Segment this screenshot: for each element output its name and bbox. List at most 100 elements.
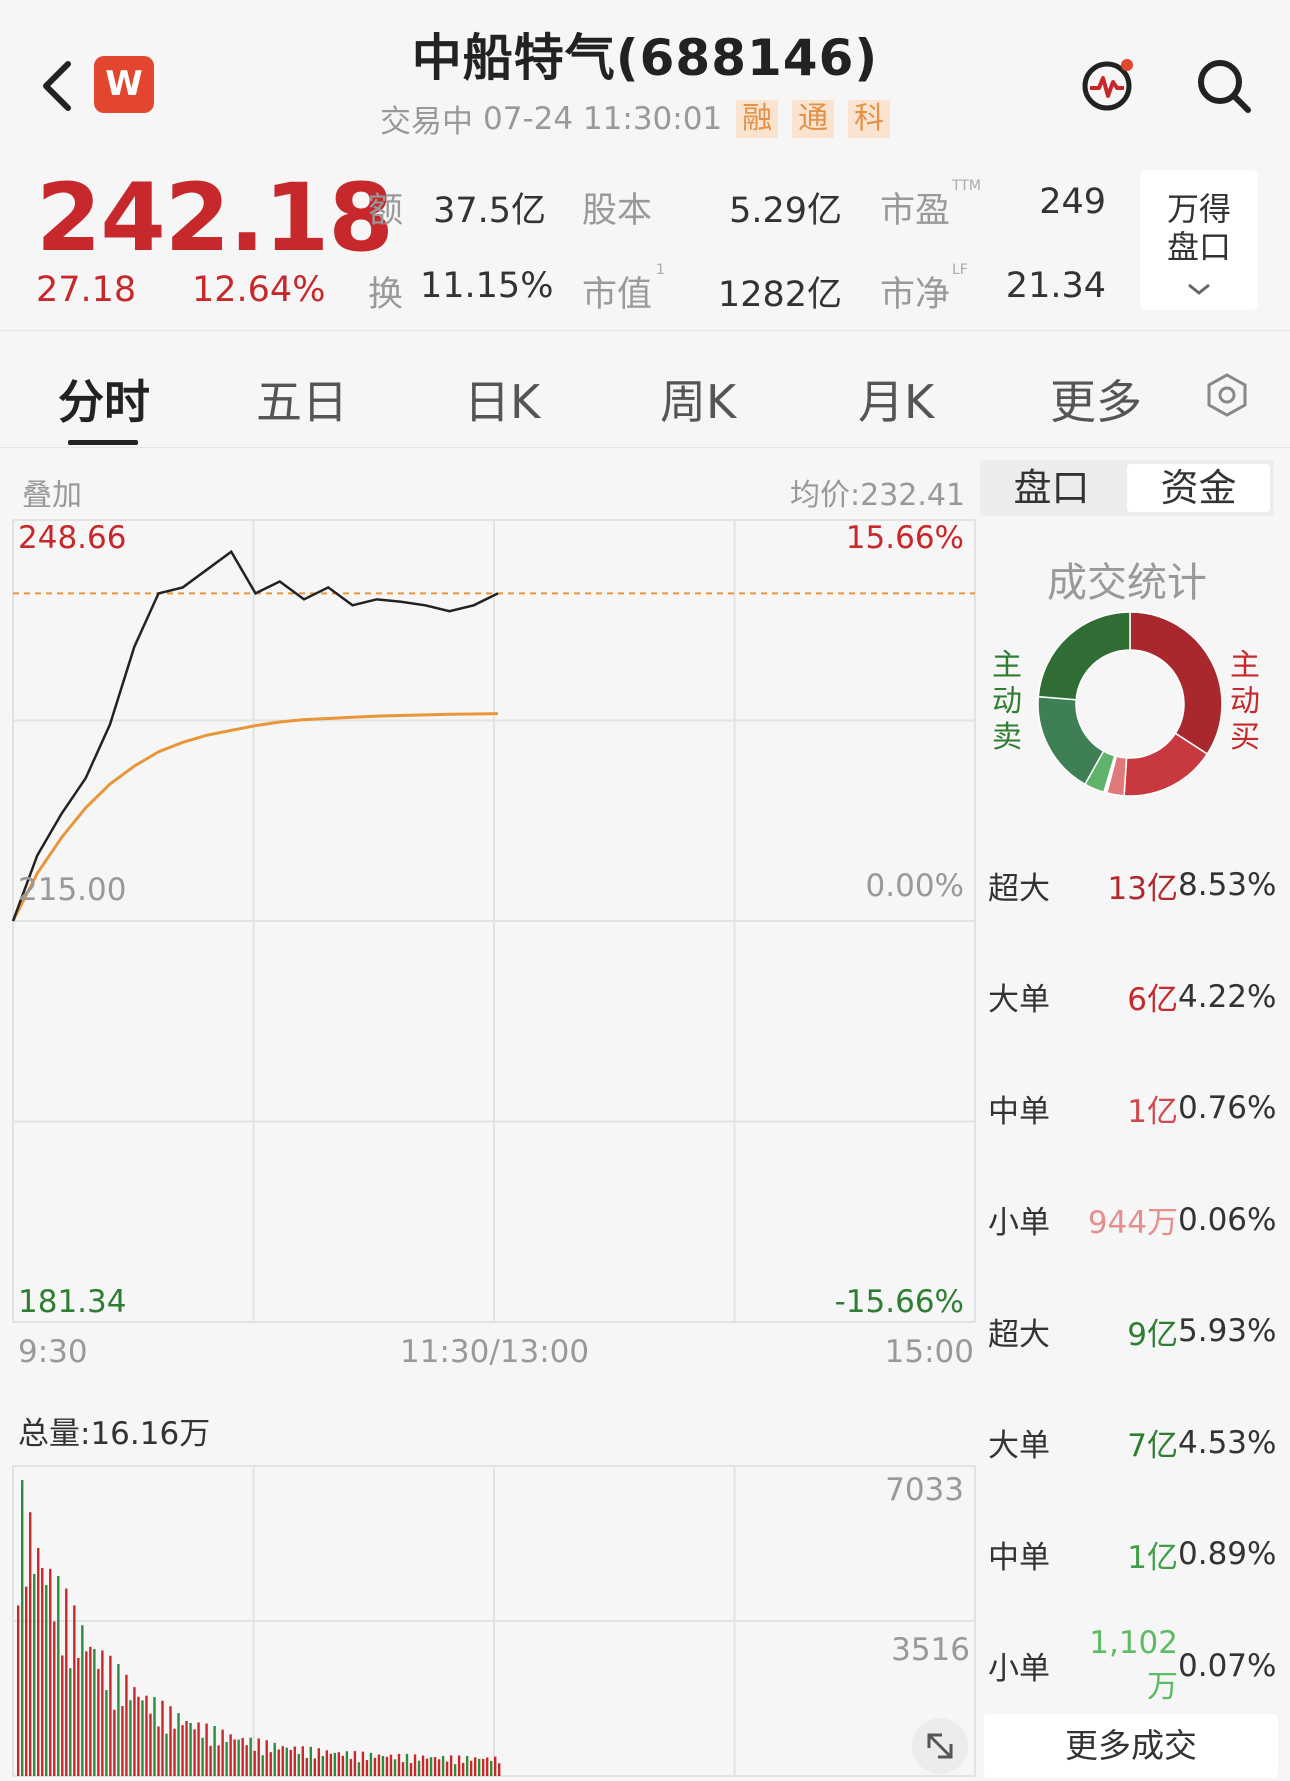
flow-row-label: 中单 [988,1093,1050,1130]
wind-btn-line1: 万得 [1166,190,1231,228]
y-axis-bottom: 181.34 [18,1284,127,1320]
settings-icon[interactable] [1204,372,1250,418]
volume-bar [453,1764,457,1776]
volume-bar [125,1674,128,1776]
volume-bar [421,1755,425,1776]
more-trades-button[interactable]: 更多成交 [984,1714,1278,1778]
volume-bar [233,1739,236,1776]
flow-row-label: 小单 [988,1205,1050,1241]
flow-row-label: 超大 [988,1316,1050,1353]
volume-bar [117,1664,120,1776]
volume-bar [189,1722,192,1776]
volume-bar [465,1756,469,1776]
volume-bar [473,1757,477,1776]
search-icon[interactable] [1194,56,1254,116]
flow-row-pct: 5.93% [1178,1313,1277,1349]
volume-bar [445,1761,449,1776]
volume-bar [373,1757,377,1776]
volume-bar [481,1758,485,1776]
volume-bar [61,1655,64,1776]
volume-bar [301,1746,304,1776]
volume-bar [21,1480,24,1776]
flow-row: 大单 6亿 4.22% [988,972,1276,1022]
wind-orderbook-button[interactable]: 万得 盘口 [1140,170,1258,310]
flow-row-amount: 9亿 [1127,1316,1178,1353]
tab-capital-flow[interactable]: 资金 [1127,464,1270,512]
volume-bar [41,1568,44,1776]
volume-bar [161,1700,164,1776]
volume-total: 总量:16.16万 [18,1416,211,1452]
volume-bar [489,1761,493,1776]
volume-bar [33,1573,36,1776]
flow-row-label: 小单 [988,1651,1050,1687]
pulse-alert-icon[interactable] [1080,56,1136,112]
volume-bar [181,1725,184,1776]
flow-row-amount: 1亿 [1127,1093,1178,1130]
volume-bar [281,1746,284,1776]
pct-axis-mid: 0.00% [865,868,964,904]
volume-bar [433,1757,437,1776]
volume-bar [441,1755,445,1776]
active-sell-label: 主动卖 [992,648,1022,755]
volume-bar [205,1723,208,1776]
tab-more[interactable]: 更多 [1050,366,1142,432]
volume-bar [81,1625,84,1776]
tab-orderbook[interactable]: 盘口 [980,460,1123,516]
volume-bar [498,1763,501,1776]
volume-bar [93,1648,96,1776]
volume-bar [133,1687,136,1776]
volume-bar [109,1655,112,1776]
volume-bar [413,1754,417,1776]
vol-axis-top: 7033 [885,1472,964,1508]
volume-bar [97,1668,100,1776]
volume-bar [409,1762,413,1776]
volume-bar [305,1758,308,1776]
volume-bar [425,1758,429,1776]
volume-bar [173,1728,176,1776]
volume-bar [269,1752,272,1776]
volume-bar [73,1605,76,1776]
volume-bar [477,1758,481,1776]
volume-bar [357,1762,361,1776]
volume-bar [217,1745,220,1776]
volume-bar [289,1749,292,1776]
flow-row: 中单 1亿 0.76% [988,1083,1277,1133]
volume-bar [101,1650,104,1776]
chevron-down-icon [1188,283,1210,295]
expand-icon[interactable] [912,1718,968,1774]
flow-row-pct: 0.76% [1178,1090,1277,1126]
flow-row-pct: 4.53% [1178,1424,1277,1461]
volume-bar [381,1755,385,1776]
volume-bar [277,1749,280,1776]
volume-bar [313,1758,317,1776]
volume-bar [437,1759,441,1776]
volume-bar [329,1753,333,1776]
volume-bar [365,1760,369,1776]
volume-bar [105,1690,108,1776]
volume-bar [309,1746,313,1776]
volume-bar [209,1745,212,1776]
volume-bar [77,1657,80,1776]
volume-bar [177,1713,180,1776]
volume-bar [417,1760,421,1776]
flow-row-label: 大单 [988,982,1050,1018]
flow-row-label: 大单 [988,1428,1050,1464]
trade-stats-donut [1037,611,1223,797]
time-axis-mid: 11:30/13:00 [400,1334,590,1370]
volume-bar [293,1746,296,1776]
volume-bar [337,1752,341,1776]
volume-bar [145,1695,148,1776]
volume-bar [225,1741,228,1776]
flow-row-label: 中单 [988,1539,1050,1576]
volume-bar [485,1757,489,1776]
volume-bar [89,1646,92,1776]
volume-bar [345,1751,349,1776]
volume-bar [461,1762,465,1776]
flow-row-amount: 13亿 [1107,870,1178,907]
volume-bar [165,1733,168,1776]
volume-bar [361,1751,365,1776]
right-panel-tabs: 盘口 资金 [980,460,1274,516]
volume-bar [85,1651,88,1776]
volume-bar [129,1700,132,1776]
volume-bar [297,1753,300,1776]
